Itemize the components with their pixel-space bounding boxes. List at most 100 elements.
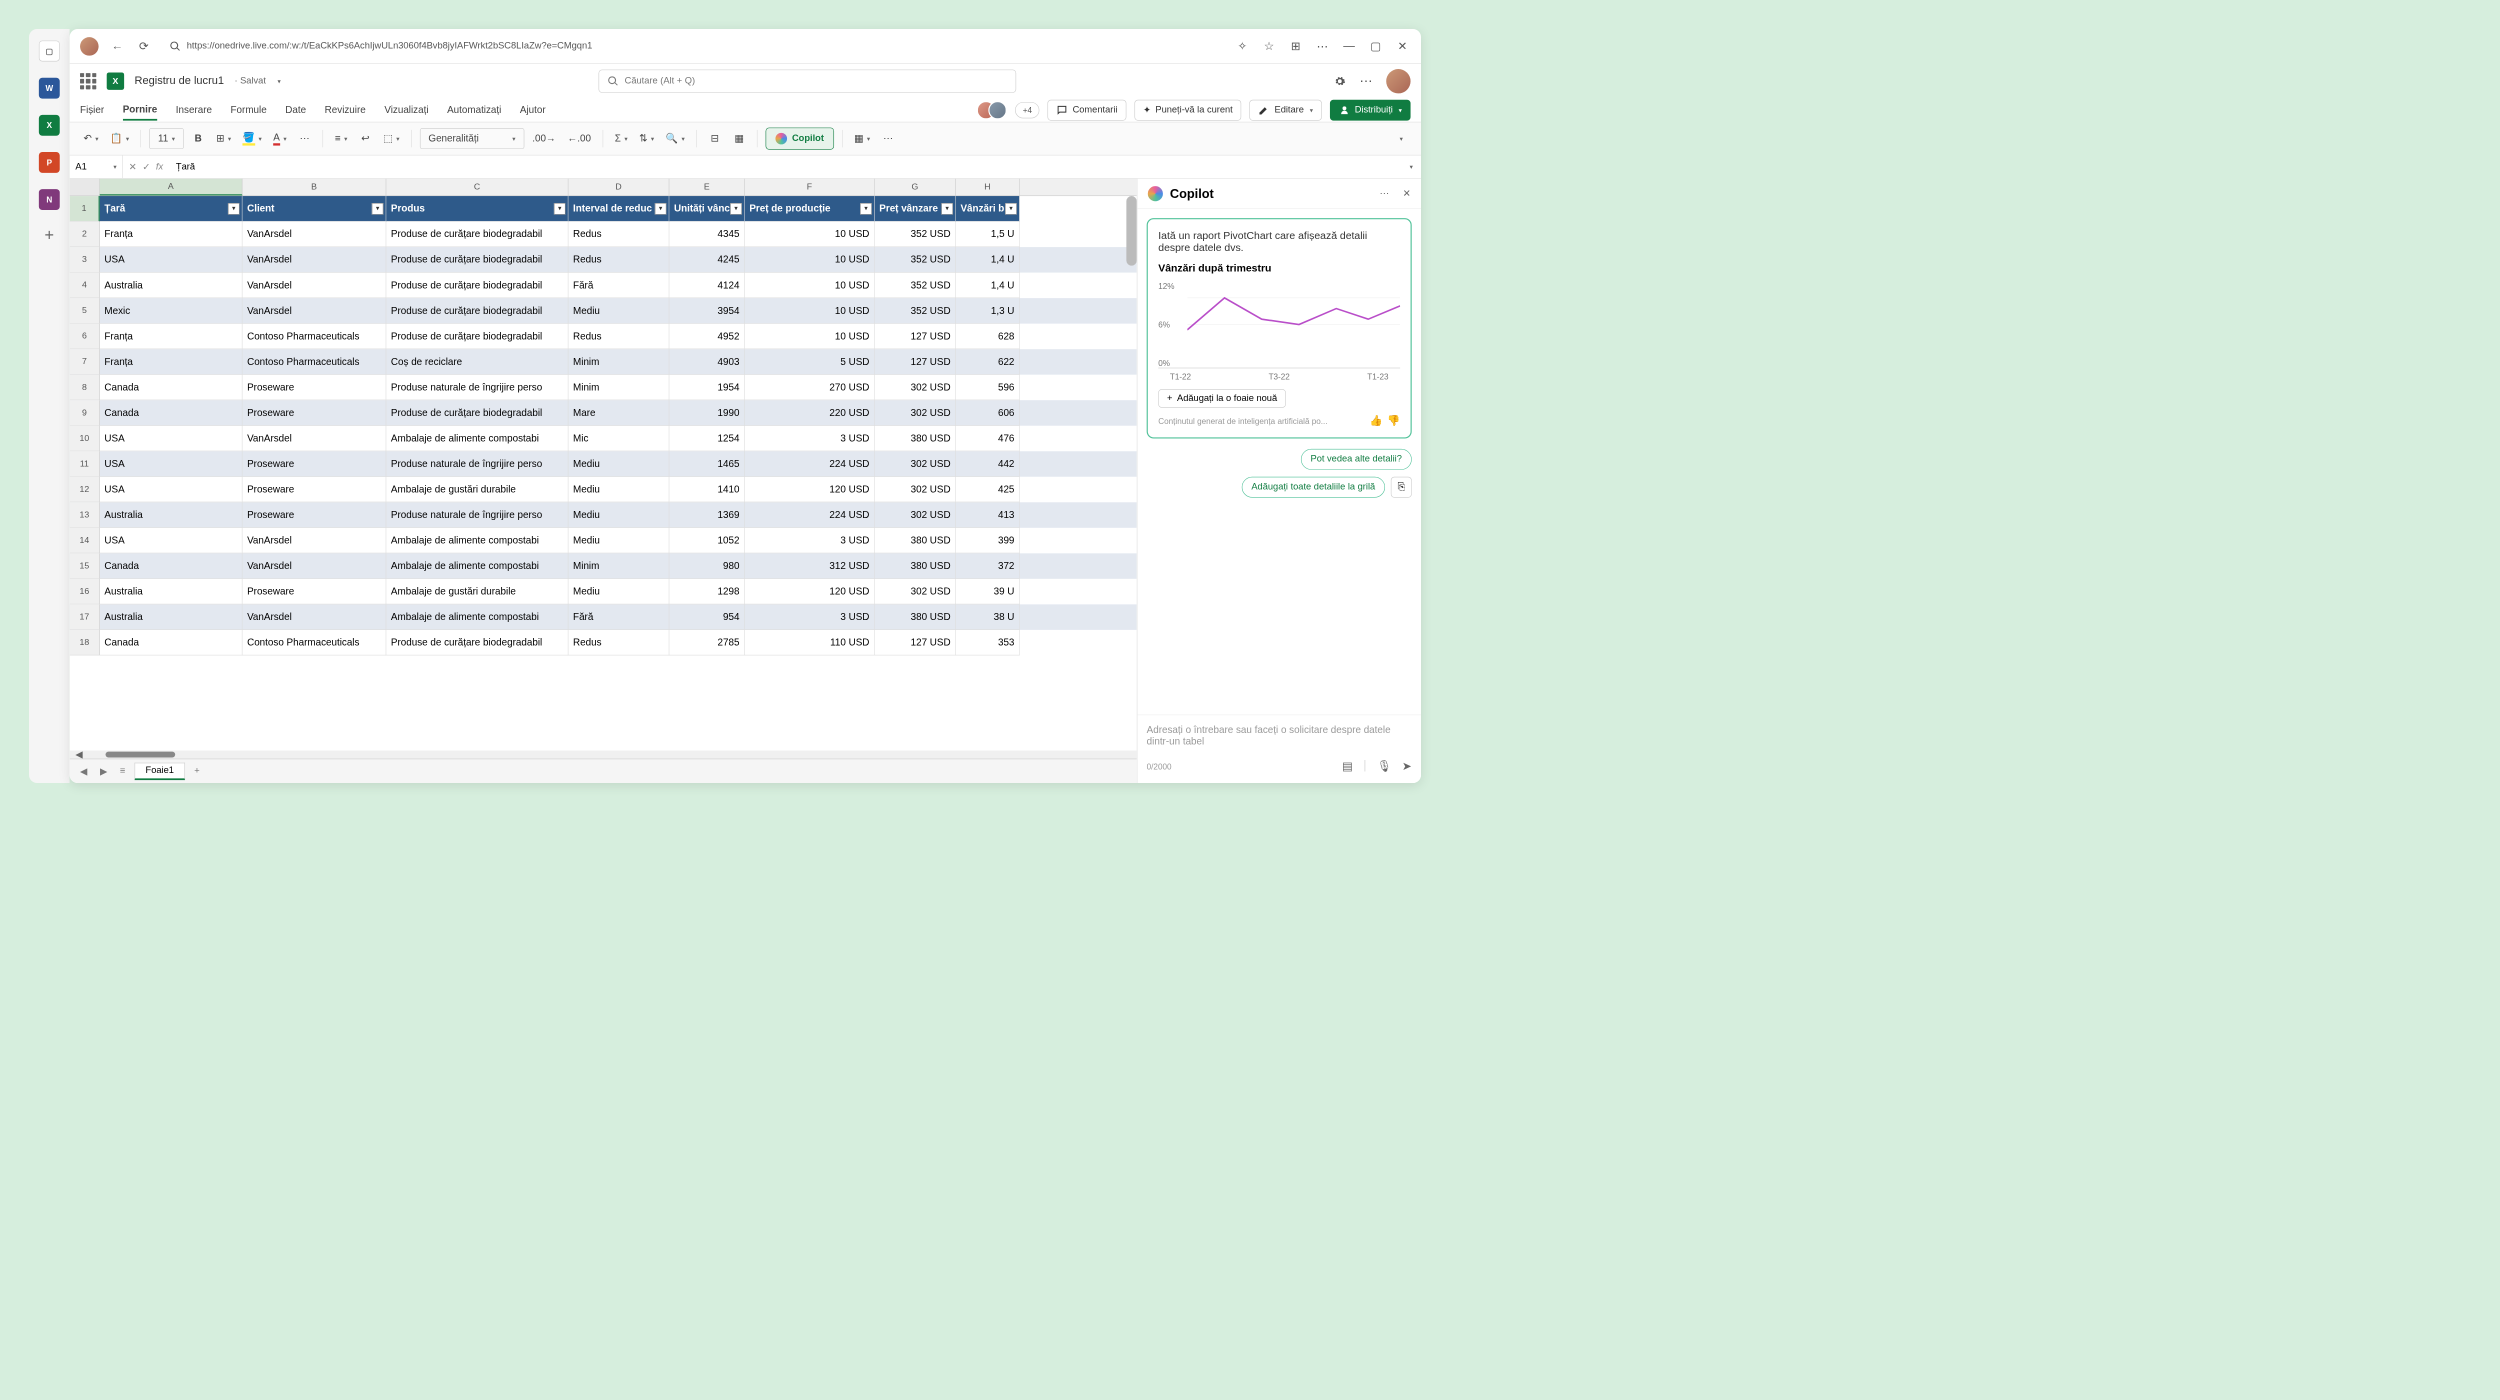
undo-button[interactable]: ↶▾ bbox=[80, 128, 102, 149]
row-number[interactable]: 17 bbox=[70, 604, 100, 630]
select-all-corner[interactable] bbox=[70, 179, 100, 196]
copilot-suggestion-button[interactable]: Pot vedea alte detalii? bbox=[1301, 449, 1412, 470]
cell[interactable]: 413 bbox=[956, 502, 1020, 528]
cell[interactable]: Ambalaje de alimente compostabi bbox=[386, 528, 568, 554]
cell[interactable]: 224 USD bbox=[745, 451, 875, 477]
cell[interactable]: Produse naturale de îngrijire perso bbox=[386, 502, 568, 528]
cell[interactable]: Produse de curățare biodegradabil bbox=[386, 400, 568, 426]
cell[interactable]: Franța bbox=[100, 349, 243, 375]
cell[interactable]: VanArsdel bbox=[242, 273, 386, 299]
cell[interactable]: 1052 bbox=[669, 528, 744, 554]
cell[interactable]: Produse naturale de îngrijire perso bbox=[386, 375, 568, 401]
cell[interactable]: 10 USD bbox=[745, 324, 875, 350]
cell[interactable]: 302 USD bbox=[875, 451, 956, 477]
number-format-select[interactable]: Generalități▾ bbox=[420, 128, 524, 149]
cell[interactable]: 4245 bbox=[669, 247, 744, 273]
cell-styles-icon[interactable]: ▦▾ bbox=[851, 128, 874, 149]
row-number[interactable]: 10 bbox=[70, 426, 100, 452]
cell[interactable]: VanArsdel bbox=[242, 553, 386, 579]
cell[interactable]: 5 USD bbox=[745, 349, 875, 375]
row-number[interactable]: 1 bbox=[70, 196, 100, 222]
cell[interactable]: 352 USD bbox=[875, 273, 956, 299]
column-header[interactable]: D bbox=[568, 179, 669, 196]
cell[interactable]: Minim bbox=[568, 553, 669, 579]
cell[interactable]: VanArsdel bbox=[242, 222, 386, 248]
cell[interactable]: Mediu bbox=[568, 477, 669, 503]
cell[interactable]: Proseware bbox=[242, 400, 386, 426]
cell[interactable]: 3 USD bbox=[745, 528, 875, 554]
copilot-suggestion-button[interactable]: Adăugați toate detaliile la grilă bbox=[1241, 477, 1385, 498]
row-number[interactable]: 4 bbox=[70, 273, 100, 299]
filter-dropdown-icon[interactable]: ▾ bbox=[228, 203, 240, 215]
cell[interactable]: 38 U bbox=[956, 604, 1020, 630]
cell[interactable]: 1465 bbox=[669, 451, 744, 477]
cell[interactable]: Produse naturale de îngrijire perso bbox=[386, 451, 568, 477]
copilot-ribbon-button[interactable]: Copilot bbox=[766, 128, 834, 150]
find-button[interactable]: 🔍▾ bbox=[662, 128, 688, 149]
cell[interactable]: 270 USD bbox=[745, 375, 875, 401]
table-header-cell[interactable]: Țară▾ bbox=[100, 196, 243, 222]
cell[interactable]: 476 bbox=[956, 426, 1020, 452]
sort-filter-button[interactable]: ⇅▾ bbox=[636, 128, 658, 149]
tab-view[interactable]: Vizualizați bbox=[384, 101, 428, 120]
cell[interactable]: Proseware bbox=[242, 451, 386, 477]
filter-dropdown-icon[interactable]: ▾ bbox=[1005, 203, 1017, 215]
cell[interactable]: Mediu bbox=[568, 579, 669, 605]
cell[interactable]: 302 USD bbox=[875, 477, 956, 503]
cell[interactable]: Fără bbox=[568, 604, 669, 630]
sheet-tab[interactable]: Foaie1 bbox=[135, 762, 185, 779]
cell[interactable]: Minim bbox=[568, 349, 669, 375]
column-header[interactable]: A bbox=[100, 179, 243, 196]
address-bar[interactable]: https://onedrive.live.com/:w:/t/EaCkKPs6… bbox=[162, 40, 1223, 52]
workbook-name[interactable]: Registru de lucru1 bbox=[135, 75, 224, 88]
add-sheet-button[interactable]: + bbox=[191, 766, 203, 776]
cell[interactable]: Produse de curățare biodegradabil bbox=[386, 324, 568, 350]
merge-button[interactable]: ⬚▾ bbox=[380, 128, 403, 149]
paste-button[interactable]: 📋▾ bbox=[107, 128, 133, 149]
cell[interactable]: Contoso Pharmaceuticals bbox=[242, 630, 386, 656]
cell[interactable]: USA bbox=[100, 477, 243, 503]
tab-help[interactable]: Ajutor bbox=[520, 101, 546, 120]
cell[interactable]: Produse de curățare biodegradabil bbox=[386, 630, 568, 656]
cell[interactable]: 224 USD bbox=[745, 502, 875, 528]
cell[interactable]: 1298 bbox=[669, 579, 744, 605]
table-header-cell[interactable]: Unități vânc▾ bbox=[669, 196, 744, 222]
add-app-button[interactable]: + bbox=[45, 226, 54, 245]
cell[interactable]: 10 USD bbox=[745, 273, 875, 299]
cell[interactable]: Coș de reciclare bbox=[386, 349, 568, 375]
minimize-button[interactable]: — bbox=[1341, 38, 1357, 54]
cell[interactable]: VanArsdel bbox=[242, 426, 386, 452]
cell[interactable]: 39 U bbox=[956, 579, 1020, 605]
cell[interactable]: Ambalaje de alimente compostabi bbox=[386, 604, 568, 630]
cell[interactable]: 442 bbox=[956, 451, 1020, 477]
cell[interactable]: 302 USD bbox=[875, 502, 956, 528]
cell[interactable]: USA bbox=[100, 247, 243, 273]
column-header[interactable]: C bbox=[386, 179, 568, 196]
maximize-button[interactable]: ▢ bbox=[1368, 38, 1384, 54]
cell[interactable]: 10 USD bbox=[745, 247, 875, 273]
word-app-icon[interactable]: W bbox=[39, 78, 60, 99]
cell[interactable]: Ambalaje de gustări durabile bbox=[386, 477, 568, 503]
row-number[interactable]: 18 bbox=[70, 630, 100, 656]
spreadsheet-grid[interactable]: ABCDEFGH 1Țară▾Client▾Produs▾Interval de… bbox=[70, 179, 1137, 783]
cell[interactable]: 110 USD bbox=[745, 630, 875, 656]
powerpoint-app-icon[interactable]: P bbox=[39, 152, 60, 173]
row-number[interactable]: 3 bbox=[70, 247, 100, 273]
share-button[interactable]: Distribuiți ▾ bbox=[1330, 100, 1411, 121]
cell[interactable]: VanArsdel bbox=[242, 298, 386, 324]
cell[interactable]: 352 USD bbox=[875, 222, 956, 248]
cell[interactable]: Redus bbox=[568, 630, 669, 656]
filter-dropdown-icon[interactable]: ▾ bbox=[941, 203, 953, 215]
cell[interactable]: Ambalaje de gustări durabile bbox=[386, 579, 568, 605]
cell[interactable]: 380 USD bbox=[875, 604, 956, 630]
presence-overflow[interactable]: +4 bbox=[1015, 102, 1039, 118]
cell[interactable]: VanArsdel bbox=[242, 247, 386, 273]
cell[interactable]: 302 USD bbox=[875, 400, 956, 426]
cell[interactable]: Australia bbox=[100, 579, 243, 605]
feed-icon[interactable]: ▢ bbox=[39, 41, 60, 62]
cell[interactable]: 606 bbox=[956, 400, 1020, 426]
table-header-cell[interactable]: Produs▾ bbox=[386, 196, 568, 222]
font-color-button[interactable]: A▾ bbox=[270, 128, 290, 149]
vertical-scrollbar[interactable] bbox=[1126, 196, 1136, 266]
filter-dropdown-icon[interactable]: ▾ bbox=[730, 203, 742, 215]
